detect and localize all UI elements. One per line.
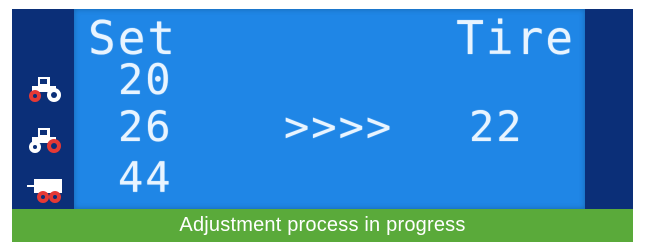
tire-pressure-display: Set Tire 20 26 44 >>>> 22 Adjustment pro…	[0, 0, 647, 242]
set-value-front: 20	[118, 55, 173, 104]
trailer-axle-icon	[27, 179, 62, 203]
lcd-screen: Set Tire 20 26 44 >>>> 22	[74, 9, 585, 209]
progress-arrows: >>>>	[284, 102, 394, 151]
vehicle-icon-column	[12, 9, 74, 209]
display-housing: Set Tire 20 26 44 >>>> 22	[12, 9, 633, 209]
current-tire-value: 22	[469, 102, 524, 151]
tractor-rear-axle-icon	[29, 128, 61, 153]
display-right-bezel	[585, 9, 633, 209]
set-value-trailer: 44	[118, 153, 173, 202]
tire-pressure-title: Tire	[456, 11, 575, 65]
status-message: Adjustment process in progress	[179, 214, 466, 236]
set-value-rear: 26	[118, 102, 173, 151]
tractor-front-axle-icon	[29, 77, 61, 102]
status-bar: Adjustment process in progress	[12, 209, 633, 242]
